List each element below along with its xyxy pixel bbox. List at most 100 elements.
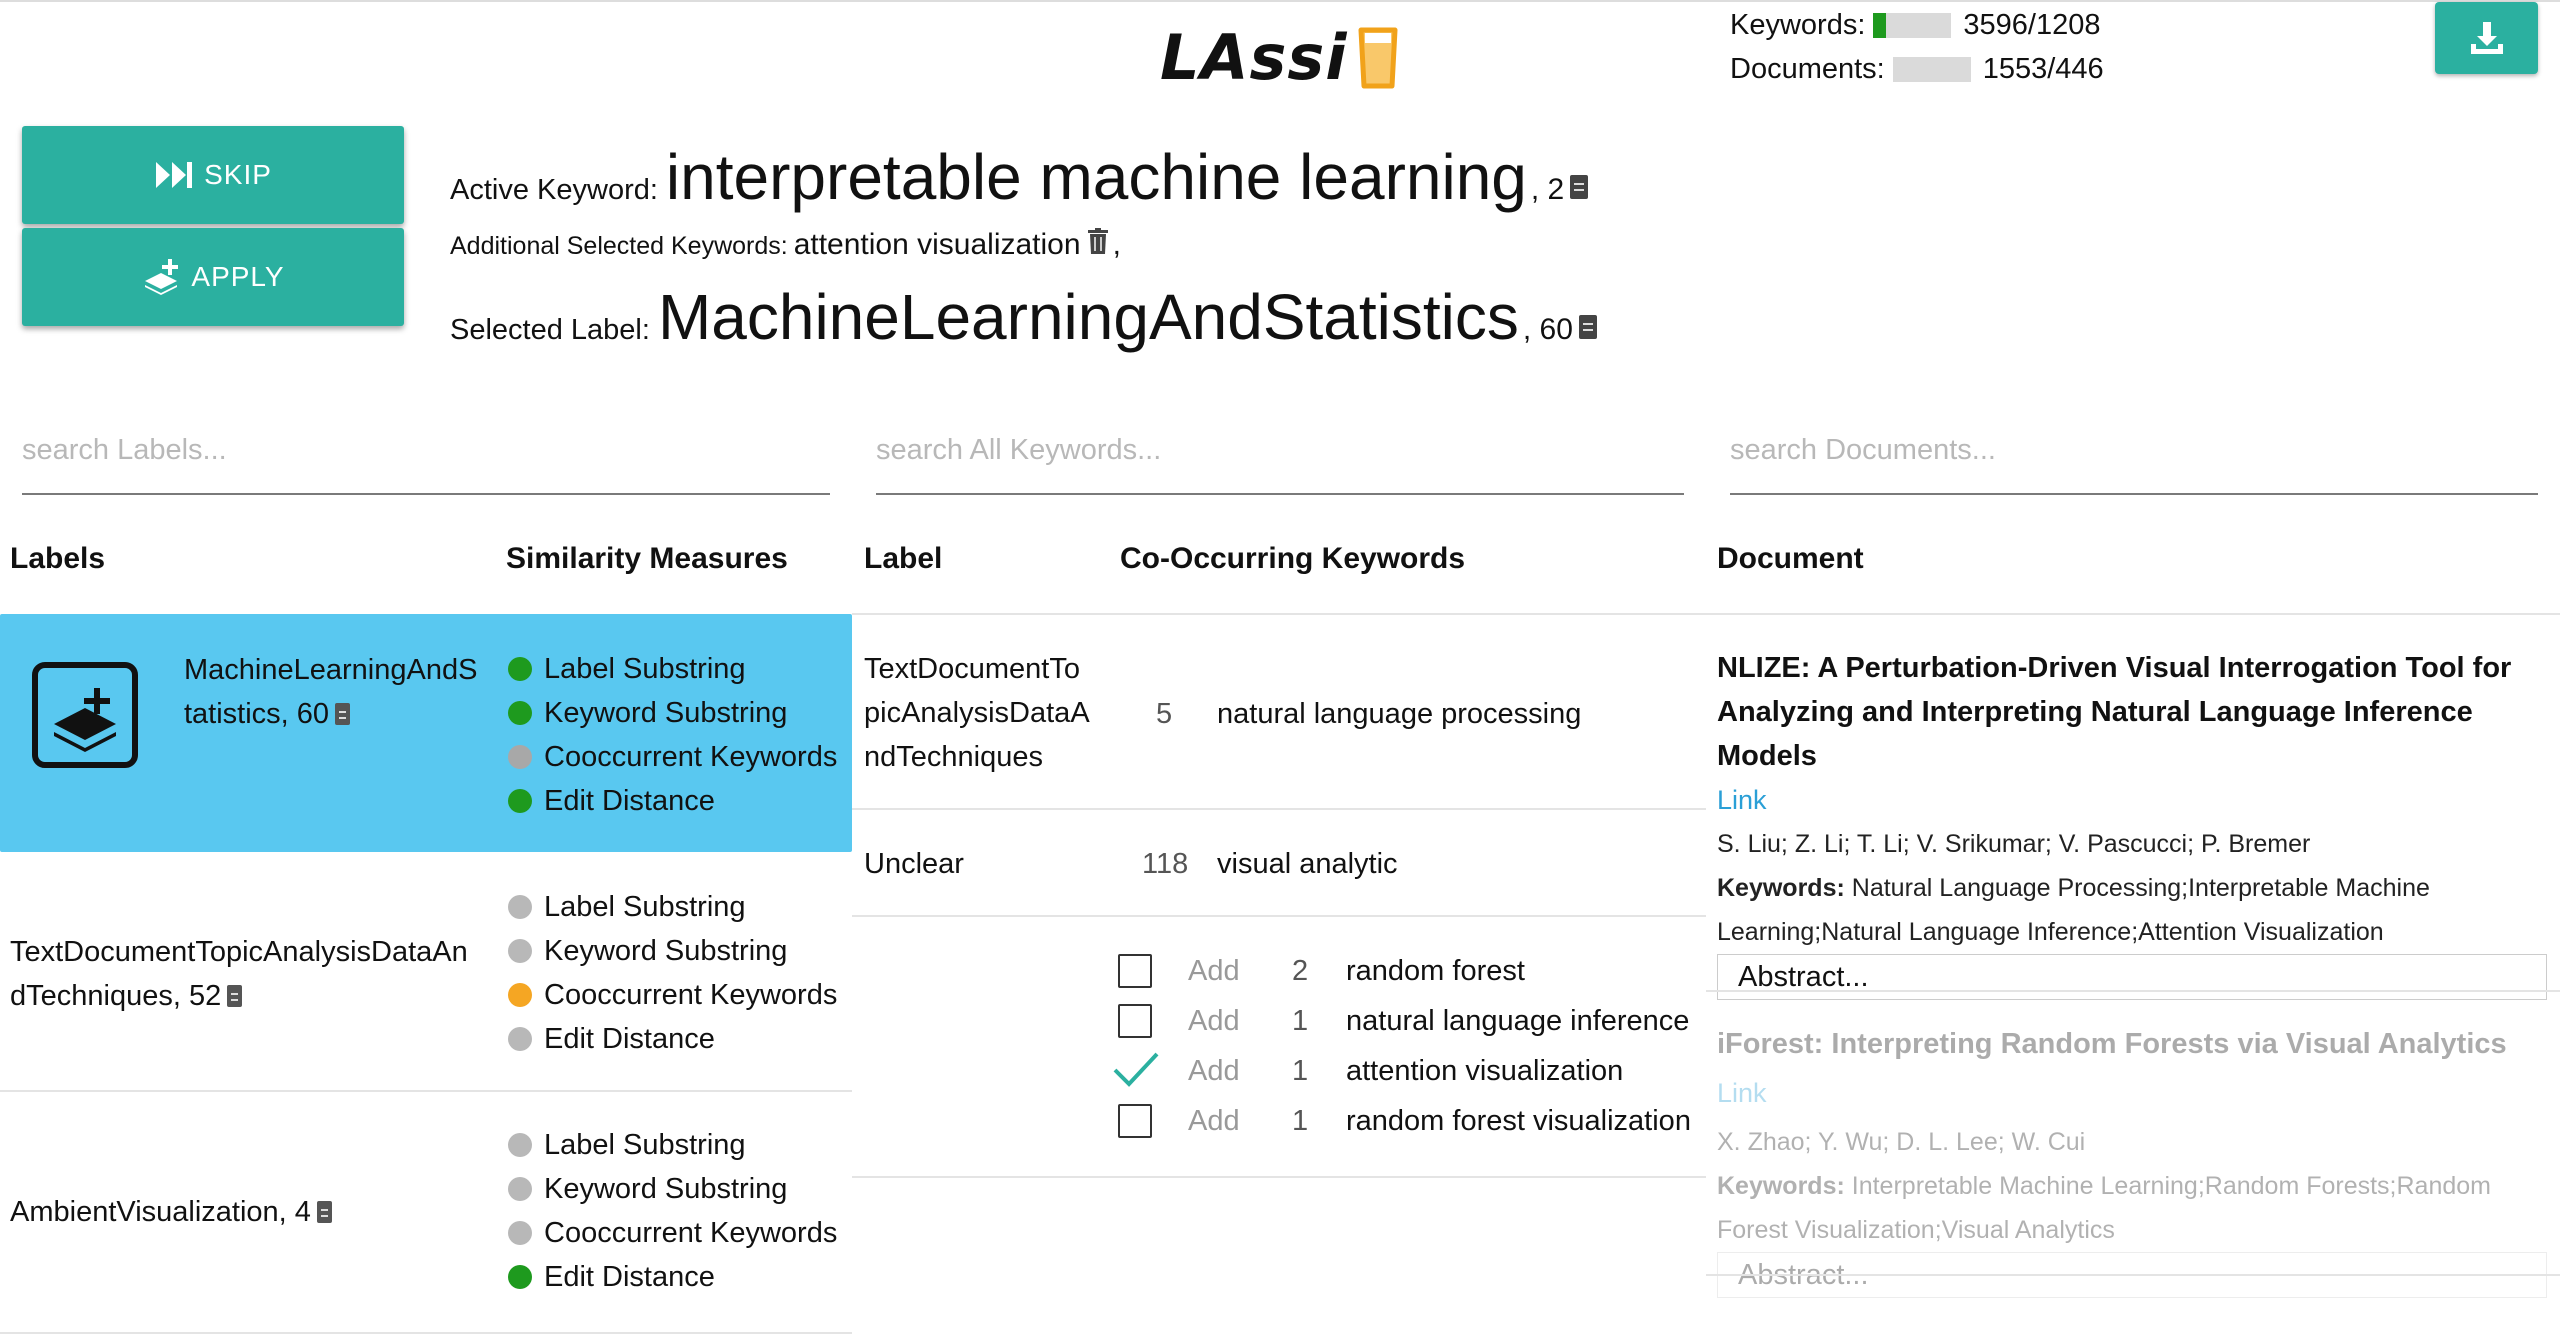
active-keyword-count: , 2 (1530, 173, 1565, 206)
keyword-checkbox[interactable] (1118, 954, 1152, 988)
add-button[interactable]: Add (1188, 1055, 1292, 1088)
download-icon (2470, 22, 2503, 54)
keyword-name: random forest visualization (1346, 1104, 1691, 1137)
similarity-name: Cooccurrent Keywords (544, 740, 838, 773)
status-dot (508, 1027, 532, 1051)
add-button[interactable]: Add (1188, 955, 1292, 988)
label-name-line2: tatistics, 60 (184, 698, 330, 730)
document-authors: X. Zhao; Y. Wu; D. L. Lee; W. Cui (1717, 1128, 2086, 1156)
document-icon[interactable] (335, 703, 351, 725)
label-cell-line: ndTechniques (864, 741, 1043, 773)
label-name: TextDocumentTopicAnalysisDataAn dTechniq… (10, 930, 468, 1018)
similarity-list: Label Substring Keyword Substring Cooccu… (508, 885, 837, 1061)
apply-label: APPLY (191, 261, 285, 292)
add-layer-icon (145, 259, 179, 295)
similarity-item: Label Substring (508, 1123, 837, 1167)
additional-keyword: attention visualization (793, 228, 1081, 261)
document-icon[interactable] (1570, 175, 1589, 199)
similarity-name: Keyword Substring (544, 934, 788, 967)
download-button[interactable] (2435, 2, 2538, 74)
search-labels-input[interactable] (22, 415, 830, 485)
add-button[interactable]: Add (1188, 1005, 1292, 1038)
beer-glass-icon (1358, 27, 1398, 89)
document-icon[interactable] (1578, 315, 1597, 339)
document-icon[interactable] (227, 985, 243, 1007)
similarity-item: Label Substring (508, 647, 837, 691)
search-keywords-field (876, 415, 1684, 495)
cooccurring-item: Add 2 random forest (1118, 946, 1691, 996)
search-keywords-input[interactable] (876, 415, 1684, 485)
row-divider (852, 1176, 1706, 1178)
row-divider (1706, 990, 2560, 992)
status-dot (508, 1265, 532, 1289)
similarity-name: Edit Distance (544, 784, 715, 817)
selected-label-line: Selected Label: MachineLearningAndStatis… (450, 280, 1597, 354)
keyword-name[interactable]: visual analytic (1217, 842, 1398, 886)
documents-progress: Documents: 1553/446 (1730, 49, 2104, 89)
trash-icon[interactable] (1087, 228, 1109, 262)
similarity-item: Keyword Substring (508, 691, 837, 735)
keywords-line: Interpretable Machine Learning;Random Fo… (1851, 1172, 2491, 1200)
similarity-list: Label Substring Keyword Substring Cooccu… (508, 1123, 837, 1299)
add-button[interactable]: Add (1188, 1105, 1292, 1138)
keyword-name[interactable]: natural language processing (1217, 692, 1581, 736)
similarity-item: Keyword Substring (508, 929, 837, 973)
search-labels-field (22, 415, 830, 495)
keyword-count: 1 (1292, 1054, 1309, 1087)
similarity-name: Edit Distance (544, 1260, 715, 1293)
documents-progress-label: Documents: (1730, 52, 1885, 85)
skip-forward-icon (156, 162, 193, 188)
status-dot (508, 701, 532, 725)
keyword-checkbox[interactable] (1118, 1004, 1152, 1038)
label-name-line1: TextDocumentTopicAnalysisDataAn (10, 936, 468, 968)
app-title: LAssi (1160, 20, 1348, 94)
document-keywords: Keywords: Natural Language Processing;In… (1717, 866, 2557, 910)
similarity-item: Label Substring (508, 885, 837, 929)
document-title-line: NLIZE: A Perturbation-Driven Visual Inte… (1717, 652, 2512, 684)
keywords-line: Learning;Natural Language Inference;Atte… (1717, 918, 2384, 946)
label-name: MachineLearningAndS tatistics, 60 (184, 648, 477, 736)
similarity-item: Edit Distance (508, 1255, 837, 1299)
keywords-progress-value: 3596/1208 (1963, 8, 2101, 41)
label-cell[interactable]: Unclear (864, 842, 964, 886)
additional-separator: , (1112, 228, 1121, 261)
search-documents-field (1730, 415, 2538, 495)
similarity-name: Keyword Substring (544, 696, 788, 729)
status-dot (508, 789, 532, 813)
status-dot (508, 983, 532, 1007)
skip-button[interactable]: SKIP (22, 126, 404, 224)
skip-label: SKIP (204, 159, 272, 190)
document-link[interactable]: Link (1717, 1078, 1767, 1108)
keywords-line: Natural Language Processing;Interpretabl… (1851, 874, 2430, 902)
document-link[interactable]: Link (1717, 778, 2557, 822)
active-keyword: interpretable machine learning (665, 141, 1527, 213)
keyword-checkbox[interactable] (1118, 1104, 1152, 1138)
status-dot (508, 1177, 532, 1201)
document-icon[interactable] (316, 1201, 332, 1223)
additional-keywords-label: Additional Selected Keywords: (450, 232, 788, 260)
document-title-line: iForest: Interpreting Random Forests via… (1717, 1028, 2507, 1060)
row-divider (852, 808, 1706, 810)
abstract-toggle[interactable]: Abstract... (1717, 954, 2547, 1000)
row-divider (1706, 1274, 2560, 1276)
documents-progress-value: 1553/446 (1982, 52, 2104, 85)
app-logo: LAssi (1160, 12, 1398, 102)
similarity-name: Label Substring (544, 890, 746, 923)
add-layer-icon[interactable] (32, 662, 138, 773)
keywords-progress: Keywords: 3596/1208 (1730, 5, 2100, 45)
label-cell-line: TextDocumentTo (864, 653, 1080, 685)
status-dot (508, 745, 532, 769)
document-card: NLIZE: A Perturbation-Driven Visual Inte… (1717, 646, 2557, 1000)
keyword-count: 5 (1156, 698, 1173, 730)
label-cell-line: picAnalysisDataA (864, 697, 1090, 729)
label-name-line1: AmbientVisualization, 4 (10, 1196, 311, 1228)
header-labels: Labels (10, 542, 106, 575)
search-documents-input[interactable] (1730, 415, 2538, 485)
header-similarity: Similarity Measures (506, 542, 788, 575)
status-dot (508, 1133, 532, 1157)
similarity-name: Keyword Substring (544, 1172, 788, 1205)
checkmark-icon[interactable] (1113, 1052, 1159, 1088)
apply-button[interactable]: APPLY (22, 228, 404, 326)
label-cell[interactable]: TextDocumentTo picAnalysisDataA ndTechni… (864, 647, 1090, 779)
row-divider (852, 915, 1706, 917)
